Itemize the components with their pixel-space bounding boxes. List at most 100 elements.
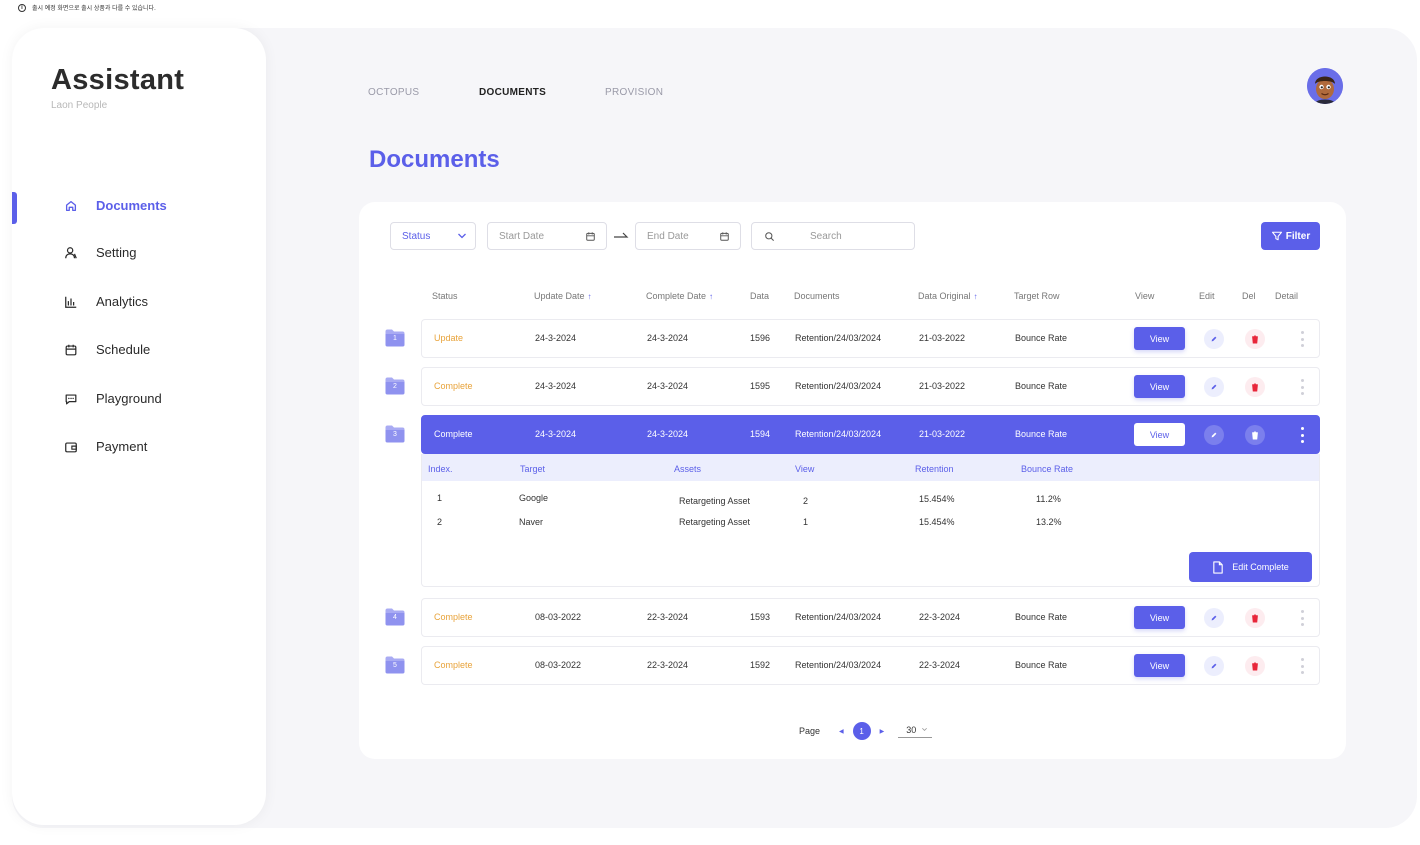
column-header-view: View: [1135, 291, 1155, 301]
table-row[interactable]: Complete 08-03-2022 22-3-2024 1593 Retention…: [421, 598, 1320, 637]
sort-asc-icon: ↑: [973, 292, 978, 301]
folder-number: 3: [393, 431, 397, 438]
more-options-icon[interactable]: [1299, 379, 1305, 395]
prev-page-icon[interactable]: ◀: [839, 728, 844, 735]
table-row[interactable]: Complete 24-3-2024 24-3-2024 1594 Retention/…: [421, 415, 1320, 454]
detail-header: Index. Target Assets View Retention Boun…: [422, 454, 1319, 481]
filter-button[interactable]: Filter: [1261, 222, 1320, 250]
delete-button[interactable]: [1245, 608, 1265, 628]
sidebar-item-documents[interactable]: Documents: [64, 198, 167, 213]
sidebar-item-schedule[interactable]: Schedule: [64, 342, 150, 357]
tab-documents[interactable]: DOCUMENTS: [479, 87, 546, 98]
table-row[interactable]: Update 24-3-2024 24-3-2024 1596 Retention/24…: [421, 319, 1320, 358]
view-button[interactable]: View: [1134, 375, 1185, 398]
notice-text: 출시 예정 화면으로 출시 상품과 다를 수 있습니다.: [32, 6, 156, 12]
cell-target-row: Bounce Rate: [1015, 429, 1068, 439]
sort-asc-icon: ↑: [709, 292, 714, 301]
notice-banner: i 출시 예정 화면으로 출시 상품과 다를 수 있습니다.: [18, 3, 156, 12]
cell-status: Complete: [434, 429, 473, 439]
brand-title: Assistant: [51, 64, 185, 96]
edit-button[interactable]: [1204, 377, 1224, 397]
column-header-edit: Edit: [1199, 291, 1215, 301]
start-date-input[interactable]: Start Date: [487, 222, 607, 250]
sidebar-active-indicator: [12, 192, 17, 224]
view-button[interactable]: View: [1134, 654, 1185, 677]
avatar[interactable]: [1307, 68, 1343, 104]
table-row[interactable]: Complete 24-3-2024 24-3-2024 1595 Retention/…: [421, 367, 1320, 406]
edit-button[interactable]: [1204, 608, 1224, 628]
detail-header-bounce-rate: Bounce Rate: [1021, 464, 1074, 474]
folder-icon[interactable]: 5: [385, 656, 405, 674]
tab-octopus[interactable]: OCTOPUS: [368, 87, 419, 98]
column-header-detail: Detail: [1275, 291, 1299, 301]
cell-status: Complete: [434, 612, 473, 622]
delete-button[interactable]: [1245, 377, 1265, 397]
document-icon: [1213, 560, 1223, 574]
column-header-data-original[interactable]: Data Original ↑: [918, 291, 978, 301]
sidebar-item-label: Schedule: [96, 342, 151, 357]
view-button[interactable]: View: [1134, 423, 1185, 446]
view-button[interactable]: View: [1134, 606, 1185, 629]
sort-asc-icon: ↑: [587, 292, 592, 301]
edit-complete-button[interactable]: Edit Complete: [1189, 552, 1312, 582]
end-date-input[interactable]: End Date: [635, 222, 741, 250]
cell-data-original: 21-03-2022: [919, 381, 966, 391]
view-button[interactable]: View: [1134, 327, 1185, 350]
search-input[interactable]: Search: [751, 222, 915, 250]
sidebar-item-analytics[interactable]: Analytics: [64, 294, 148, 309]
column-header-data[interactable]: Data: [750, 291, 769, 301]
sidebar-item-setting[interactable]: Setting: [64, 245, 136, 260]
detail-cell-view: 2: [803, 496, 809, 506]
column-header-target-row[interactable]: Target Row: [1014, 291, 1060, 301]
tab-provision[interactable]: PROVISION: [605, 87, 663, 98]
table-row[interactable]: Complete 08-03-2022 22-3-2024 1592 Retention…: [421, 646, 1320, 685]
delete-button[interactable]: [1245, 329, 1265, 349]
brand-subtitle: Laon People: [51, 100, 108, 111]
page-size-value: 30: [906, 724, 917, 735]
folder-icon[interactable]: 2: [385, 377, 405, 395]
filter-icon: [1271, 231, 1282, 241]
column-header-status[interactable]: Status: [432, 291, 458, 301]
next-page-icon[interactable]: ▶: [880, 728, 885, 735]
cell-data-original: 21-03-2022: [919, 333, 966, 343]
more-options-icon[interactable]: [1299, 610, 1305, 626]
pencil-icon: [1211, 384, 1217, 390]
date-range-arrow-icon: [614, 232, 629, 238]
detail-cell-view: 1: [803, 517, 809, 527]
trash-icon: [1252, 335, 1258, 343]
column-header-complete-date[interactable]: Complete Date ↑: [646, 291, 713, 301]
cell-status: Complete: [434, 381, 473, 391]
delete-button[interactable]: [1245, 656, 1265, 676]
more-options-icon[interactable]: [1299, 658, 1305, 674]
page-size-select[interactable]: 30: [898, 724, 933, 738]
current-page-button[interactable]: 1: [852, 722, 871, 740]
status-dropdown[interactable]: Status: [390, 222, 476, 250]
sidebar-item-label: Payment: [96, 439, 148, 454]
chat-icon: [65, 393, 77, 404]
cell-data: 1592: [750, 660, 771, 670]
sidebar-item-label: Playground: [96, 391, 162, 406]
calendar-icon: [65, 344, 77, 355]
detail-header-retention: Retention: [915, 464, 954, 474]
cell-target-row: Bounce Rate: [1015, 333, 1068, 343]
more-options-icon[interactable]: [1299, 427, 1305, 443]
cell-documents: Retention/24/03/2024: [795, 381, 882, 391]
status-dropdown-label: Status: [402, 230, 431, 242]
edit-button[interactable]: [1204, 656, 1224, 676]
more-options-icon[interactable]: [1299, 331, 1305, 347]
edit-button[interactable]: [1204, 329, 1224, 349]
bar-chart-icon: [65, 296, 77, 308]
cell-target-row: Bounce Rate: [1015, 612, 1068, 622]
column-header-documents[interactable]: Documents: [794, 291, 840, 301]
cell-update-date: 08-03-2022: [535, 612, 582, 622]
folder-icon[interactable]: 1: [385, 329, 405, 347]
sidebar-item-payment[interactable]: Payment: [64, 439, 147, 454]
sidebar-item-playground[interactable]: Playground: [64, 391, 162, 406]
folder-icon[interactable]: 3: [385, 425, 405, 443]
folder-icon[interactable]: 4: [385, 608, 405, 626]
cell-documents: Retention/24/03/2024: [795, 612, 882, 622]
edit-button[interactable]: [1204, 425, 1224, 445]
row-detail-panel: Index. Target Assets View Retention Boun…: [421, 454, 1320, 587]
delete-button[interactable]: [1245, 425, 1265, 445]
column-header-update-date[interactable]: Update Date ↑: [534, 291, 592, 301]
